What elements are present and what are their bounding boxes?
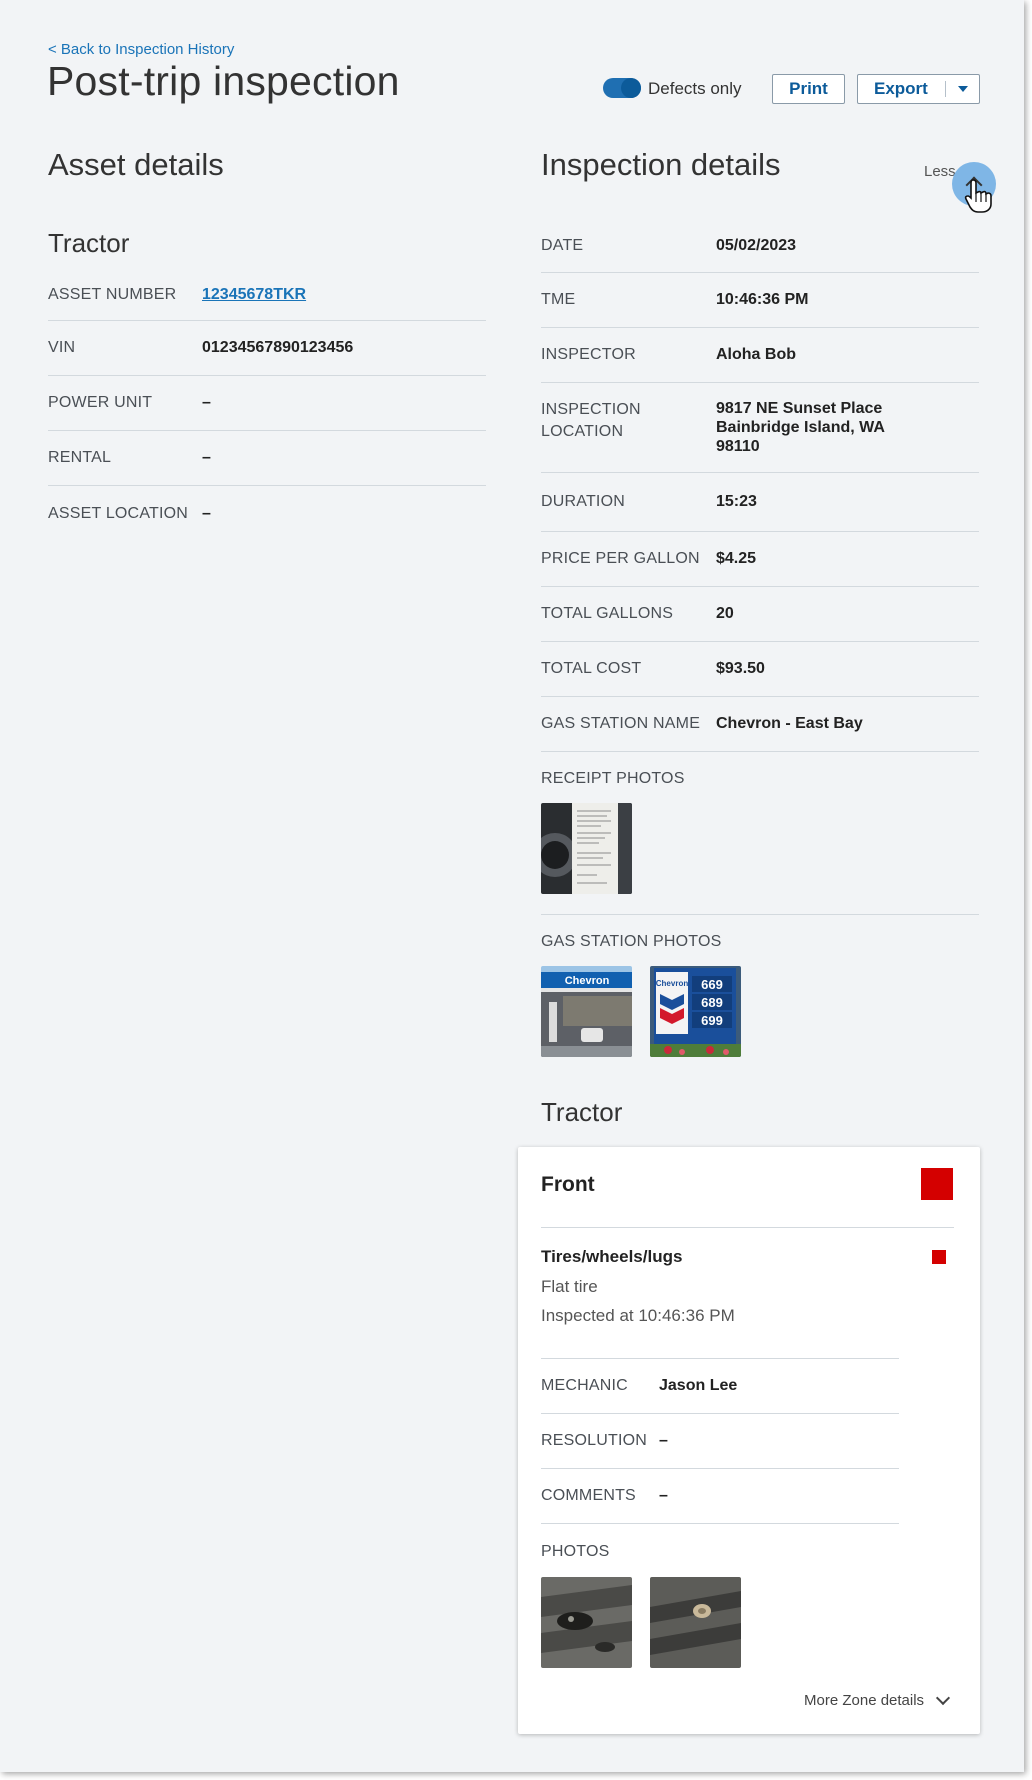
inspected-time: Inspected at 10:46:36 PM [541,1306,735,1325]
asset-row-rental: RENTAL – [48,431,486,486]
zone-row-comments: COMMENTS – [541,1469,899,1524]
row-value: 01234567890123456 [202,339,354,356]
back-to-history-link[interactable]: < Back to Inspection History [48,41,234,58]
gas-station-photo[interactable]: Chevron [541,966,632,1057]
inspection-row-date: DATE 05/02/2023 [541,220,979,273]
page-title: Post-trip inspection [47,58,400,104]
inspection-row-time: TME 10:46:36 PM [541,273,979,328]
inspection-row-gas-station-name: GAS STATION NAME Chevron - East Bay [541,697,979,752]
row-label: GAS STATION NAME [541,715,701,732]
tire-closeup-photo[interactable] [650,1577,741,1668]
row-value: – [659,1432,668,1449]
address-line: Bainbridge Island, WA [716,419,885,436]
row-label: MECHANIC [541,1377,628,1394]
row-value: Aloha Bob [716,346,796,363]
chevron-sign-text: Chevron [656,979,689,988]
row-value: – [202,449,211,466]
row-label: COMMENTS [541,1487,636,1504]
row-label: DURATION [541,493,625,510]
address-line: 98110 [716,438,760,455]
row-label: RESOLUTION [541,1432,648,1449]
row-value: – [659,1487,668,1504]
gas-price: 689 [701,995,723,1010]
row-label-line: INSPECTION [541,401,641,418]
row-value: – [202,504,211,522]
defects-only-toggle[interactable] [603,78,641,98]
inspection-row-total-gallons: TOTAL GALLONS 20 [541,587,979,642]
gas-price: 699 [701,1013,723,1028]
gas-station-photos-label: GAS STATION PHOTOS [541,933,722,950]
asset-row-power-unit: POWER UNIT – [48,376,486,431]
gas-price: 669 [701,977,723,992]
inspection-page: < Back to Inspection History Post-trip i… [0,0,1024,1772]
row-label: INSPECTION LOCATION [541,399,716,443]
zone-photos-label: PHOTOS [541,1543,610,1560]
zone-row-mechanic: MECHANIC Jason Lee [541,1359,899,1414]
chevron-sign-text: Chevron [565,975,610,987]
row-label: RENTAL [48,449,112,466]
inspection-row-inspector: INSPECTOR Aloha Bob [541,328,979,383]
row-value: 9817 NE Sunset Place Bainbridge Island, … [716,399,885,456]
more-zone-details-label: More Zone details [804,1692,925,1709]
row-label: TOTAL GALLONS [541,605,674,622]
asset-row-asset-location: ASSET LOCATION – [48,486,486,541]
inspection-row-location: INSPECTION LOCATION 9817 NE Sunset Place… [541,383,979,473]
divider [541,914,979,915]
chevron-down-icon [935,1690,951,1706]
row-label: TME [541,291,576,308]
defects-only-label: Defects only [648,79,742,98]
row-label: POWER UNIT [48,394,153,411]
row-label: INSPECTOR [541,346,636,363]
row-value: 15:23 [716,493,757,510]
export-button[interactable]: Export [857,74,980,104]
toggle-knob [622,79,640,97]
less-label[interactable]: Less [924,163,956,180]
row-label: DATE [541,237,584,254]
hand-cursor-icon [964,179,992,213]
row-label: ASSET LOCATION [48,504,189,522]
row-label-line: LOCATION [541,423,624,440]
inspection-row-duration: DURATION 15:23 [541,473,979,532]
divider [541,1227,954,1228]
address-line: 9817 NE Sunset Place [716,400,883,417]
row-value: $4.25 [716,550,757,567]
receipt-photos-label: RECEIPT PHOTOS [541,770,685,787]
inspection-details-title: Inspection details [541,147,781,182]
row-label: VIN [48,339,76,356]
inspection-row-total-cost: TOTAL COST $93.50 [541,642,979,697]
asset-row-vin: VIN 01234567890123456 [48,321,486,376]
row-label: PRICE PER GALLON [541,550,700,567]
zone-card-title: Front [541,1173,595,1196]
chevron-down-icon[interactable] [958,86,968,92]
asset-number-link[interactable]: 12345678TKR [202,286,306,304]
asset-details-title: Asset details [48,147,224,182]
print-button[interactable]: Print [772,74,845,104]
row-value: Jason Lee [659,1377,738,1394]
gas-price-sign-photo[interactable]: Chevron 669 689 699 [650,966,741,1057]
receipt-photo[interactable] [541,803,632,894]
defect-description: Flat tire [541,1277,598,1296]
row-value: Chevron - East Bay [716,715,863,732]
defect-item-indicator [932,1250,946,1264]
zone-row-resolution: RESOLUTION – [541,1414,899,1469]
row-label: TOTAL COST [541,660,642,677]
more-zone-details-link[interactable]: More Zone details [804,1690,951,1709]
row-value: 10:46:36 PM [716,291,809,308]
row-value: – [202,394,211,411]
row-value: 05/02/2023 [716,237,797,254]
asset-row-asset-number: ASSET NUMBER 12345678TKR [48,270,486,321]
asset-type-heading: Tractor [48,228,130,258]
tire-photo[interactable] [541,1577,632,1668]
defect-status-indicator [921,1168,953,1200]
export-divider [945,81,946,97]
export-label: Export [874,79,928,98]
row-value: $93.50 [716,660,765,677]
row-label: ASSET NUMBER [48,286,177,303]
inspection-row-price-per-gallon: PRICE PER GALLON $4.25 [541,532,979,587]
zone-asset-heading: Tractor [541,1097,623,1127]
defect-item-title: Tires/wheels/lugs [541,1247,683,1266]
row-value: 20 [716,605,734,622]
